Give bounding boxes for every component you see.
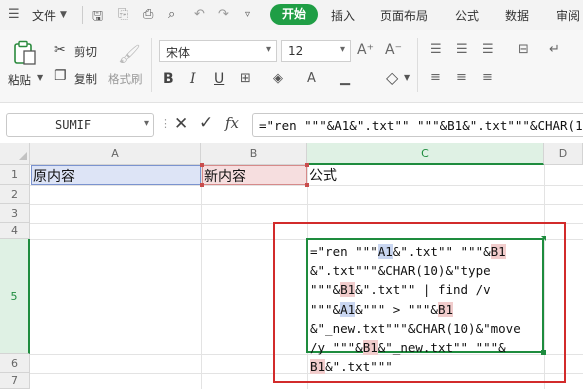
chevron-down-icon[interactable]: ▼: [404, 73, 410, 82]
redo-icon[interactable]: ↷: [218, 7, 229, 22]
cancel-icon[interactable]: ✕: [174, 114, 188, 134]
row-header-4[interactable]: 4: [0, 223, 30, 239]
column-header-d[interactable]: D: [544, 143, 583, 165]
font-color-bar-icon[interactable]: ▁: [340, 71, 350, 86]
save-icon[interactable]: 🖫: [92, 7, 103, 29]
align-top-icon[interactable]: ☰: [430, 42, 442, 57]
font-size-value: 12: [288, 44, 304, 58]
font-name-value: 宋体: [166, 46, 191, 60]
column-header-a[interactable]: A: [30, 143, 201, 165]
chevron-down-icon: ▾: [339, 44, 345, 55]
cell-c1-text: 公式: [309, 168, 337, 184]
tab-review[interactable]: 审阅: [556, 7, 580, 24]
name-box[interactable]: SUMIF ▾: [6, 113, 154, 137]
quick-access-dropdown-icon[interactable]: ▿: [245, 9, 250, 20]
wrap-text-icon[interactable]: ↵: [549, 42, 560, 57]
range-handle[interactable]: [200, 183, 204, 187]
formula-input-value: ="ren """&A1&".txt"" """&B1&".txt"""&CHA…: [259, 118, 583, 133]
scissors-icon[interactable]: ✂: [54, 42, 66, 58]
splitter-icon[interactable]: ⋮: [160, 117, 171, 130]
underline-icon[interactable]: U: [214, 71, 224, 87]
cell-c1[interactable]: 公式: [308, 165, 544, 185]
bold-icon[interactable]: B: [163, 71, 174, 87]
grid-line: [201, 165, 202, 389]
format-painter-icon[interactable]: 🖌: [118, 44, 141, 65]
formula-input[interactable]: ="ren """&A1&".txt"" """&B1&".txt"""&CHA…: [252, 113, 583, 137]
name-box-value: SUMIF: [55, 118, 92, 132]
cell-a1[interactable]: 原内容: [31, 165, 201, 185]
print-preview-icon[interactable]: ⌕: [168, 7, 175, 22]
row-header-6[interactable]: 6: [0, 354, 30, 373]
chevron-down-icon[interactable]: ▼: [37, 73, 43, 82]
clipboard-icon: [14, 40, 36, 65]
copy-button[interactable]: 复制: [74, 71, 97, 87]
border-icon[interactable]: ⊞: [240, 71, 251, 86]
chevron-down-icon: ▾: [265, 44, 271, 55]
highlight-box: [273, 222, 566, 383]
align-right-icon[interactable]: ≡: [482, 70, 493, 85]
column-header-b[interactable]: B: [201, 143, 307, 165]
italic-icon[interactable]: I: [190, 71, 196, 87]
chevron-down-icon: ▾: [143, 118, 149, 129]
tab-start[interactable]: 开始: [270, 4, 318, 25]
merge-icon[interactable]: ⊟: [518, 42, 529, 57]
divider: [417, 38, 418, 92]
row-header-5[interactable]: 5: [0, 239, 30, 354]
paste-button[interactable]: [12, 40, 38, 66]
select-all-triangle-icon: [19, 152, 27, 160]
row-header-1[interactable]: 1: [0, 165, 30, 185]
font-size-select[interactable]: 12 ▾: [281, 40, 351, 62]
row-header-2[interactable]: 2: [0, 185, 30, 204]
copy-icon[interactable]: ❐: [54, 68, 67, 84]
cell-b1[interactable]: 新内容: [200, 163, 309, 187]
file-menu[interactable]: 文件: [32, 7, 56, 24]
cut-button[interactable]: 剪切: [74, 44, 97, 60]
range-handle[interactable]: [200, 163, 204, 167]
cell-b1-text: 新内容: [204, 169, 246, 185]
font-color-icon[interactable]: A: [307, 71, 316, 86]
align-left-icon[interactable]: ≡: [430, 70, 441, 85]
column-header-c[interactable]: C: [307, 143, 544, 165]
export-icon[interactable]: ⎘: [118, 7, 128, 22]
tab-formulas[interactable]: 公式: [455, 7, 479, 24]
confirm-icon[interactable]: ✓: [199, 113, 213, 133]
increase-font-size-icon[interactable]: A⁺: [357, 42, 374, 58]
print-icon[interactable]: ⎙: [143, 7, 153, 22]
insert-function-icon[interactable]: fx: [225, 114, 239, 132]
align-bottom-icon[interactable]: ☰: [482, 42, 494, 57]
tab-data[interactable]: 数据: [505, 7, 529, 24]
paste-label[interactable]: 粘贴: [8, 72, 31, 88]
row-header-7[interactable]: 7: [0, 373, 30, 389]
decrease-font-size-icon[interactable]: A⁻: [385, 42, 402, 58]
tab-insert[interactable]: 插入: [331, 7, 355, 24]
align-middle-icon[interactable]: ☰: [456, 42, 468, 57]
divider: [151, 38, 152, 92]
fill-color-icon[interactable]: ◈: [273, 71, 283, 86]
row-header-3[interactable]: 3: [0, 204, 30, 223]
hamburger-menu-icon[interactable]: ☰: [8, 7, 20, 22]
undo-icon[interactable]: ↶: [194, 7, 205, 22]
clear-format-icon[interactable]: ◇: [386, 68, 398, 87]
tab-page-layout[interactable]: 页面布局: [380, 7, 428, 24]
font-name-select[interactable]: 宋体 ▾: [159, 40, 277, 62]
cell-a1-text: 原内容: [33, 169, 75, 185]
format-painter-button[interactable]: 格式刷: [108, 71, 143, 87]
chevron-down-icon[interactable]: ▼: [60, 10, 67, 20]
align-center-icon[interactable]: ≡: [456, 70, 467, 85]
divider: [82, 6, 83, 24]
